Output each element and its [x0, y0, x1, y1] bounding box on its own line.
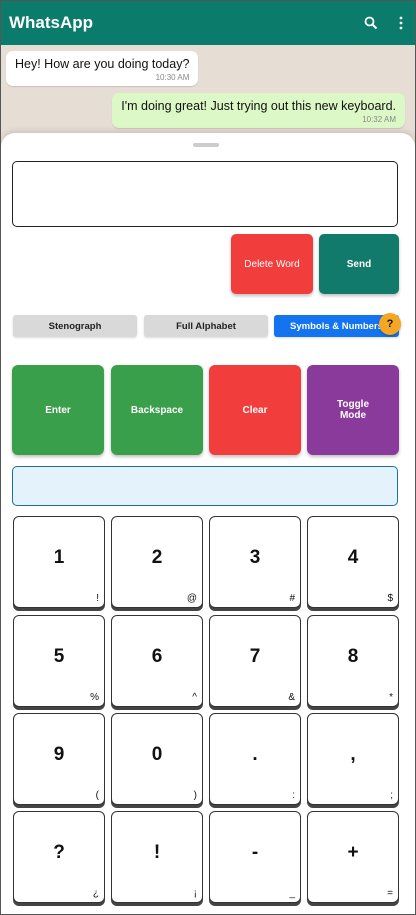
app-frame: WhatsApp Hey! How are you doing today? 1… [0, 0, 416, 915]
input-preview [12, 466, 398, 506]
key-button[interactable]: 3 # [209, 516, 301, 608]
key-primary-label: ! [153, 842, 161, 863]
key-button[interactable]: 6 ^ [111, 615, 203, 707]
help-button[interactable]: ? [379, 313, 401, 335]
send-button[interactable]: Send [319, 234, 399, 294]
key-primary-label: + [347, 842, 359, 863]
key-primary-label: 4 [347, 547, 359, 568]
compose-input[interactable] [12, 161, 398, 227]
search-icon[interactable] [361, 13, 381, 33]
key-primary-label: 1 [53, 547, 65, 568]
message-time: 10:30 AM [155, 73, 190, 82]
tab-stenograph[interactable]: Stenograph [13, 315, 137, 337]
key-secondary-label: $ [387, 593, 393, 604]
key-primary-label: 9 [53, 744, 65, 765]
key-button[interactable]: 2 @ [111, 516, 203, 608]
key-primary-label: 0 [151, 744, 163, 765]
delete-word-button[interactable]: Delete Word [231, 234, 313, 294]
key-button[interactable]: 0) [111, 713, 203, 805]
message-outgoing: I'm doing great! Just trying out this ne… [112, 93, 405, 128]
message-text: I'm doing great! Just trying out this ne… [121, 99, 396, 113]
key-secondary-label: @ [186, 593, 197, 604]
more-vertical-icon[interactable] [391, 13, 411, 33]
key-button[interactable]: 4 $ [307, 516, 399, 608]
key-secondary-label: # [289, 593, 295, 604]
key-secondary-label: ( [95, 790, 99, 801]
key-secondary-label: ¡ [193, 888, 197, 899]
key-primary-label: 7 [249, 646, 261, 667]
key-primary-label: 3 [249, 547, 261, 568]
key-button[interactable]: ,; [307, 713, 399, 805]
key-button[interactable]: 8 * [307, 615, 399, 707]
key-secondary-label: & [288, 692, 295, 703]
key-secondary-label: ^ [192, 692, 197, 703]
chat-area: Hey! How are you doing today? 10:30 AM I… [1, 45, 415, 145]
clear-button[interactable]: Clear [209, 365, 301, 455]
key-primary-label: 5 [53, 646, 65, 667]
tab-full-alphabet[interactable]: Full Alphabet [144, 315, 268, 337]
app-header: WhatsApp [1, 1, 415, 45]
app-title: WhatsApp [9, 13, 94, 32]
keyboard-sheet: Delete Word Send Stenograph Full Alphabe… [1, 133, 415, 914]
key-button[interactable]: ? ¿ [13, 811, 105, 903]
key-secondary-label: ; [390, 790, 393, 801]
key-secondary-label: ! [96, 593, 99, 604]
enter-button[interactable]: Enter [12, 365, 104, 455]
key-primary-label: . [252, 744, 258, 765]
drag-handle[interactable] [193, 143, 219, 147]
key-secondary-label: ) [193, 790, 197, 801]
key-button[interactable]: 5% [13, 615, 105, 707]
message-time: 10:32 AM [362, 115, 396, 124]
key-button[interactable]: 7 & [209, 615, 301, 707]
key-button[interactable]: 9( [13, 713, 105, 805]
key-secondary-label: = [387, 888, 393, 899]
key-button[interactable]: - _ [209, 811, 301, 903]
key-button[interactable]: + = [307, 811, 399, 903]
key-primary-label: 2 [151, 547, 163, 568]
key-primary-label: ? [53, 842, 65, 863]
key-secondary-label: _ [289, 888, 295, 899]
key-primary-label: 6 [151, 646, 163, 667]
toggle-mode-button[interactable]: Toggle Mode [307, 365, 399, 455]
message-text: Hey! How are you doing today? [15, 57, 190, 71]
message-incoming: Hey! How are you doing today? 10:30 AM [6, 51, 199, 86]
key-button[interactable]: ! ¡ [111, 811, 203, 903]
key-primary-label: 8 [347, 646, 359, 667]
key-secondary-label: : [292, 790, 295, 801]
key-secondary-label: * [389, 692, 393, 703]
key-primary-label: , [350, 744, 356, 765]
key-button[interactable]: 1! [13, 516, 105, 608]
key-secondary-label: % [90, 692, 99, 703]
backspace-button[interactable]: Backspace [111, 365, 203, 455]
key-primary-label: - [251, 842, 259, 863]
key-button[interactable]: .: [209, 713, 301, 805]
key-secondary-label: ¿ [92, 888, 99, 899]
